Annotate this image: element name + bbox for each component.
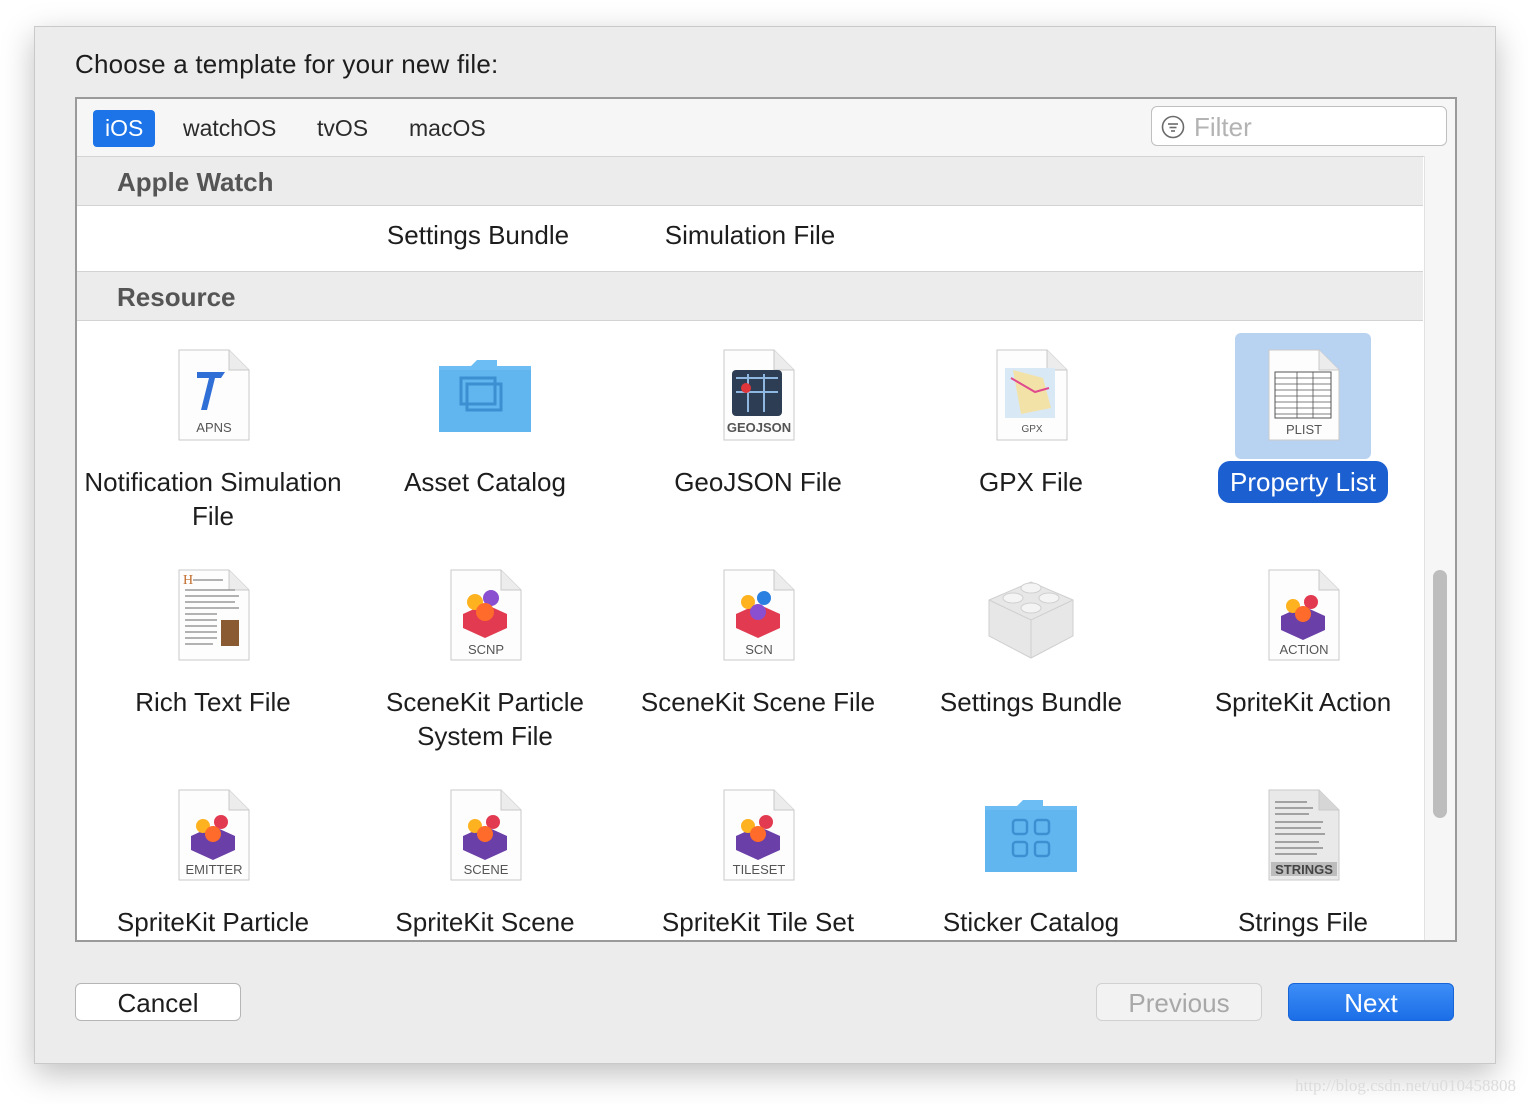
icon-tag: APNS [196,420,232,435]
filter-field[interactable] [1151,106,1447,146]
icon-tag: ACTION [1279,642,1328,657]
sticker-folder-icon [963,773,1099,899]
icon-tag: SCN [745,642,772,657]
template-label: SpriteKit Scene [395,907,575,937]
icon-tag: SCNP [468,642,504,657]
template-label: Asset Catalog [404,467,566,497]
template-settings-bundle[interactable]: Settings Bundle [895,545,1167,765]
new-file-dialog: Choose a template for your new file: iOS… [34,26,1496,1064]
template-scenekit-particle-system-file[interactable]: SCNP SceneKit Particle System File [349,545,621,765]
template-label: Sticker Catalog [942,907,1120,937]
icon-tag: PLIST [1286,422,1322,437]
rich-text-file-icon: H [145,553,281,679]
template-label: GeoJSON File [674,467,842,497]
template-label: SpriteKit Tile Set [661,907,855,937]
tab-ios[interactable]: iOS [93,110,156,147]
gpx-file-icon: GPX [963,333,1099,459]
template-gpx-file[interactable]: GPX GPX File [895,325,1167,545]
template-notification-simulation-file[interactable]: APNS Notification Simulation File [77,325,349,545]
template-label: Strings File [1237,907,1369,937]
filter-icon [1161,115,1185,139]
apple-watch-partial-row: Settings Bundle Simulation File [77,206,1423,270]
icon-tag: STRINGS [1275,862,1333,877]
apns-file-icon: APNS [145,333,281,459]
svg-text:H: H [183,573,193,588]
tab-macos[interactable]: macOS [397,110,498,147]
selected-label-text: Property List [1218,461,1388,503]
template-label: Property List [1173,461,1433,503]
tab-tvos[interactable]: tvOS [305,110,380,147]
geojson-file-icon: GEOJSON [690,333,826,459]
template-label: SpriteKit Action [1214,687,1392,717]
plist-file-icon: PLIST [1235,333,1371,459]
icon-tag: EMITTER [185,862,242,877]
template-property-list[interactable]: PLIST Property List [1167,325,1439,545]
template-spritekit-tile-set[interactable]: TILESET SpriteKit Tile Set [622,765,894,940]
partial-item-simulation-file[interactable]: Simulation File [615,218,885,252]
template-label: SpriteKit Particle [116,907,310,937]
vertical-scrollbar[interactable] [1424,156,1455,940]
previous-button[interactable]: Previous [1096,983,1262,1021]
clipped-text-fragment [137,206,277,214]
tab-watchos[interactable]: watchOS [171,110,288,147]
icon-tag: GPX [1021,424,1042,435]
template-label: Settings Bundle [939,687,1123,717]
scn-file-icon: SCN [690,553,826,679]
icon-tag: GEOJSON [727,420,791,435]
template-label: Notification Simulation File [84,467,342,531]
template-strings-file[interactable]: STRINGS Strings File [1167,765,1439,940]
template-label: GPX File [978,467,1084,497]
partial-item-settings-bundle[interactable]: Settings Bundle [343,218,613,252]
template-geojson-file[interactable]: GEOJSON GeoJSON File [622,325,894,545]
dialog-prompt: Choose a template for your new file: [75,49,499,79]
next-button[interactable]: Next [1288,983,1454,1021]
clipped-text-fragment [397,206,537,214]
template-sticker-catalog[interactable]: Sticker Catalog [895,765,1167,940]
template-spritekit-scene[interactable]: SCENE SpriteKit Scene [349,765,621,940]
icon-tag: TILESET [733,862,786,877]
scene-file-icon: SCENE [417,773,553,899]
template-label: Rich Text File [135,687,291,717]
cancel-button[interactable]: Cancel [75,983,241,1021]
icon-tag: SCENE [464,862,509,877]
template-rich-text-file[interactable]: H Rich Text File [77,545,349,765]
template-label: SceneKit Particle System File [386,687,584,751]
template-panel: iOS watchOS tvOS macOS Apple Watch Setti… [75,97,1457,942]
emitter-file-icon: EMITTER [145,773,281,899]
scnp-file-icon: SCNP [417,553,553,679]
scrollbar-thumb[interactable] [1433,570,1447,818]
strings-file-icon: STRINGS [1235,773,1371,899]
folder-icon [417,333,553,459]
action-file-icon: ACTION [1235,553,1371,679]
watermark-text: http://blog.csdn.net/u010458808 [1295,1076,1516,1095]
template-asset-catalog[interactable]: Asset Catalog [349,325,621,545]
lego-brick-icon [963,553,1099,679]
section-header-resource: Resource [77,271,1423,321]
template-spritekit-action[interactable]: ACTION SpriteKit Action [1167,545,1439,765]
filter-input[interactable] [1192,111,1436,143]
platform-tab-bar: iOS watchOS tvOS macOS [77,99,1455,157]
section-header-apple-watch: Apple Watch [77,156,1423,206]
template-spritekit-particle[interactable]: EMITTER SpriteKit Particle [77,765,349,940]
tileset-file-icon: TILESET [690,773,826,899]
template-label: SceneKit Scene File [640,687,876,717]
template-scenekit-scene-file[interactable]: SCN SceneKit Scene File [622,545,894,765]
clipped-text-fragment [681,206,821,214]
